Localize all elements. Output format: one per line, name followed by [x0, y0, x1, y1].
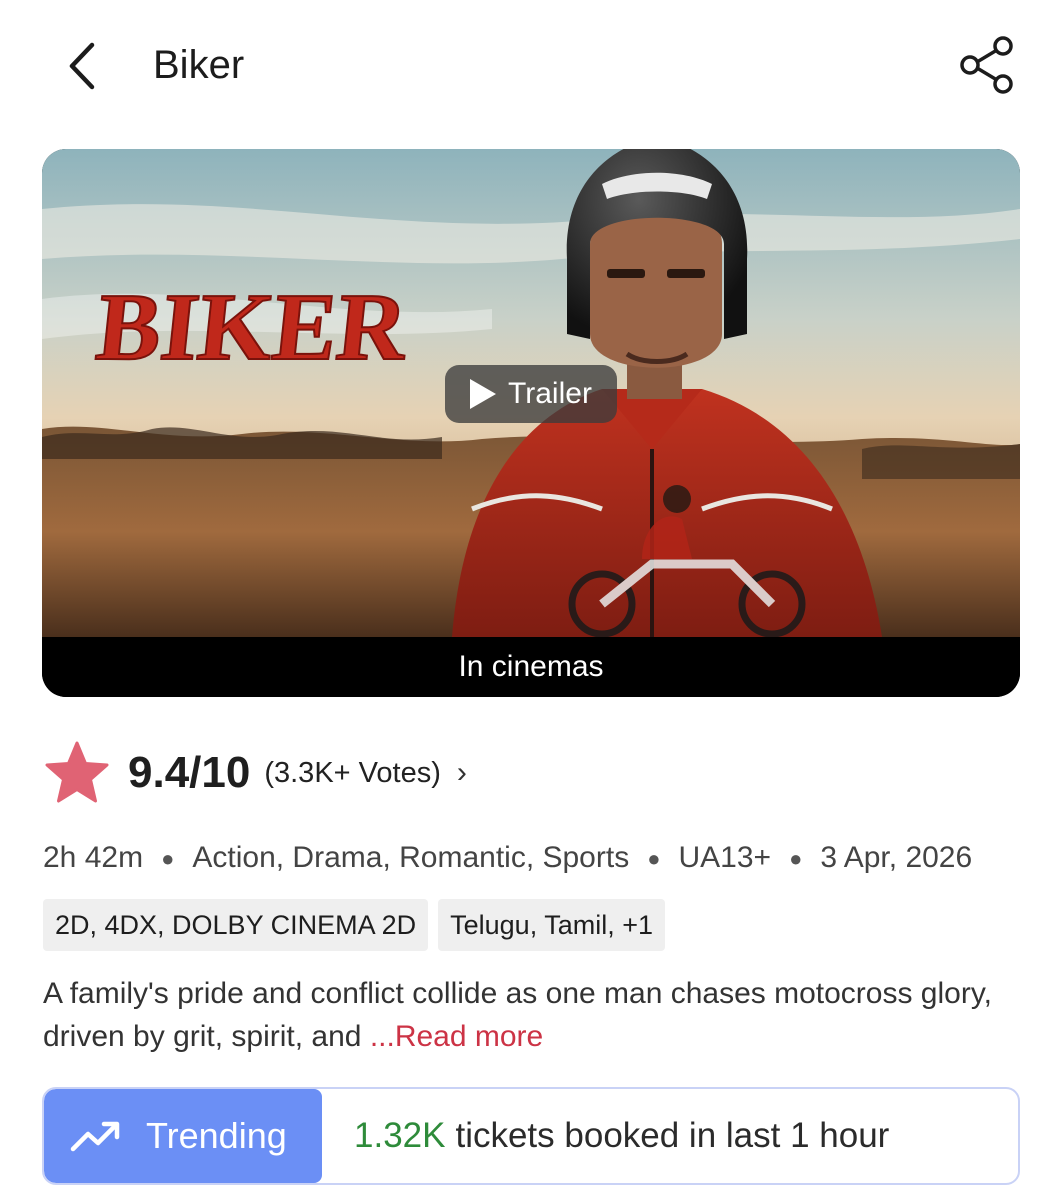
certificate: UA13+: [678, 841, 772, 874]
rating-votes: (3.3K+ Votes): [264, 756, 441, 789]
tickets-text: tickets booked in last 1 hour: [455, 1116, 890, 1155]
duration: 2h 42m: [43, 841, 144, 874]
movie-meta: 2h 42m ● Action, Drama, Romantic, Sports ● U…: [43, 838, 972, 879]
trailer-button[interactable]: Trailer: [445, 365, 617, 423]
star-icon: [45, 741, 109, 803]
poster-title: BIKER: [92, 273, 414, 380]
trending-banner: Trending 1.32K tickets booked in last 1 …: [42, 1087, 1020, 1185]
separator-dot: ●: [789, 846, 803, 872]
trending-label: Trending: [146, 1115, 287, 1156]
play-icon: [470, 379, 497, 409]
share-icon: [960, 36, 1013, 94]
formats-chip[interactable]: 2D, 4DX, DOLBY CINEMA 2D: [43, 899, 429, 951]
trending-tag: Trending: [44, 1089, 322, 1183]
in-cinemas-label: In cinemas: [458, 650, 604, 683]
in-cinemas-strip: In cinemas: [42, 637, 1020, 697]
chevron-right-icon: ›: [456, 756, 467, 789]
trending-up-icon: [70, 1121, 120, 1152]
trending-stat: 1.32K tickets booked in last 1 hour: [354, 1089, 889, 1183]
languages-chip[interactable]: Telugu, Tamil, +1: [438, 899, 665, 951]
back-button[interactable]: [56, 38, 106, 94]
read-more-link[interactable]: ...Read more: [370, 1020, 543, 1053]
chevron-left-icon: [69, 42, 95, 90]
movie-description: A family's pride and conflict collide as…: [43, 972, 1023, 1058]
rating-score: 9.4/10: [128, 748, 251, 797]
format-language-chips: 2D, 4DX, DOLBY CINEMA 2D Telugu, Tamil, …: [43, 899, 665, 951]
genres: Action, Drama, Romantic, Sports: [192, 841, 630, 874]
rating-row[interactable]: 9.4/10 (3.3K+ Votes) ›: [44, 738, 467, 808]
separator-dot: ●: [647, 846, 661, 872]
share-button[interactable]: [958, 34, 1018, 96]
tickets-count: 1.32K: [354, 1116, 446, 1155]
release-date: 3 Apr, 2026: [820, 841, 973, 874]
trailer-label: Trailer: [508, 377, 592, 410]
movie-banner[interactable]: BIKER Trailer In cinemas: [42, 149, 1020, 697]
app-header: Biker: [0, 0, 1062, 130]
separator-dot: ●: [161, 846, 175, 872]
page-title: Biker: [153, 43, 245, 87]
